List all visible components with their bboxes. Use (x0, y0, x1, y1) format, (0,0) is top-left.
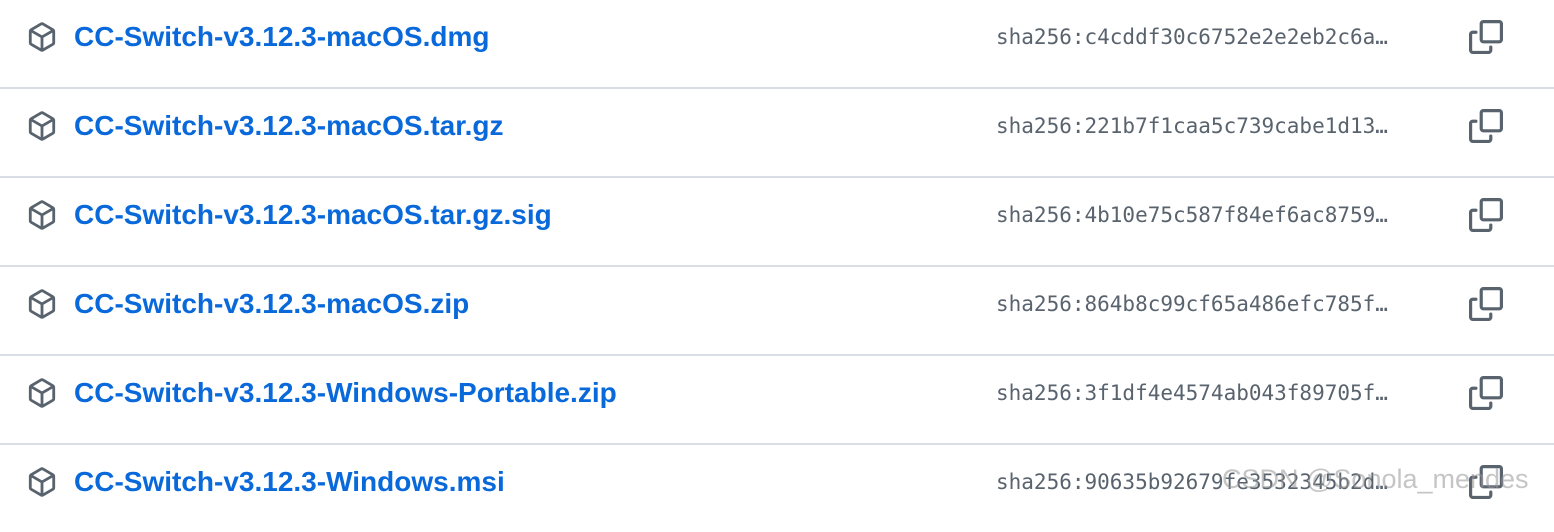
asset-download-link[interactable]: CC-Switch-v3.12.3-macOS.zip (74, 284, 469, 324)
asset-download-link[interactable]: CC-Switch-v3.12.3-Windows.msi (74, 462, 505, 502)
asset-row: CC-Switch-v3.12.3-macOS.tar.gz.sig sha25… (0, 178, 1554, 267)
copy-icon (1469, 287, 1503, 321)
copy-digest-button[interactable] (1466, 106, 1506, 146)
asset-download-link[interactable]: CC-Switch-v3.12.3-macOS.tar.gz (74, 106, 503, 146)
package-icon (27, 378, 57, 408)
package-icon (27, 467, 57, 497)
package-icon (27, 289, 57, 319)
asset-sha256-digest: sha256:221b7f1caa5c739cabe1d13… (996, 114, 1388, 138)
asset-row: CC-Switch-v3.12.3-macOS.tar.gz sha256:22… (0, 89, 1554, 178)
copy-digest-button[interactable] (1466, 373, 1506, 413)
release-assets-list: CC-Switch-v3.12.3-macOS.dmg sha256:c4cdd… (0, 0, 1554, 532)
package-icon (27, 22, 57, 52)
asset-sha256-digest: sha256:4b10e75c587f84ef6ac8759… (996, 203, 1388, 227)
copy-digest-button[interactable] (1466, 462, 1506, 502)
package-icon (27, 111, 57, 141)
copy-digest-button[interactable] (1466, 195, 1506, 235)
copy-icon (1469, 376, 1503, 410)
asset-download-link[interactable]: CC-Switch-v3.12.3-macOS.dmg (74, 17, 489, 57)
asset-sha256-digest: sha256:3f1df4e4574ab043f89705f… (996, 381, 1388, 405)
copy-icon (1469, 109, 1503, 143)
asset-row: CC-Switch-v3.12.3-macOS.zip sha256:864b8… (0, 267, 1554, 356)
copy-icon (1469, 20, 1503, 54)
asset-download-link[interactable]: CC-Switch-v3.12.3-macOS.tar.gz.sig (74, 195, 552, 235)
asset-sha256-digest: sha256:90635b92679fe3532345b2d… (996, 470, 1388, 494)
asset-download-link[interactable]: CC-Switch-v3.12.3-Windows-Portable.zip (74, 373, 617, 413)
copy-icon (1469, 465, 1503, 499)
asset-row: CC-Switch-v3.12.3-Windows.msi sha256:906… (0, 445, 1554, 532)
asset-row: CC-Switch-v3.12.3-Windows-Portable.zip s… (0, 356, 1554, 445)
asset-row: CC-Switch-v3.12.3-macOS.dmg sha256:c4cdd… (0, 0, 1554, 89)
copy-digest-button[interactable] (1466, 17, 1506, 57)
copy-icon (1469, 198, 1503, 232)
package-icon (27, 200, 57, 230)
copy-digest-button[interactable] (1466, 284, 1506, 324)
asset-sha256-digest: sha256:864b8c99cf65a486efc785f… (996, 292, 1388, 316)
asset-sha256-digest: sha256:c4cddf30c6752e2e2eb2c6a… (996, 25, 1388, 49)
